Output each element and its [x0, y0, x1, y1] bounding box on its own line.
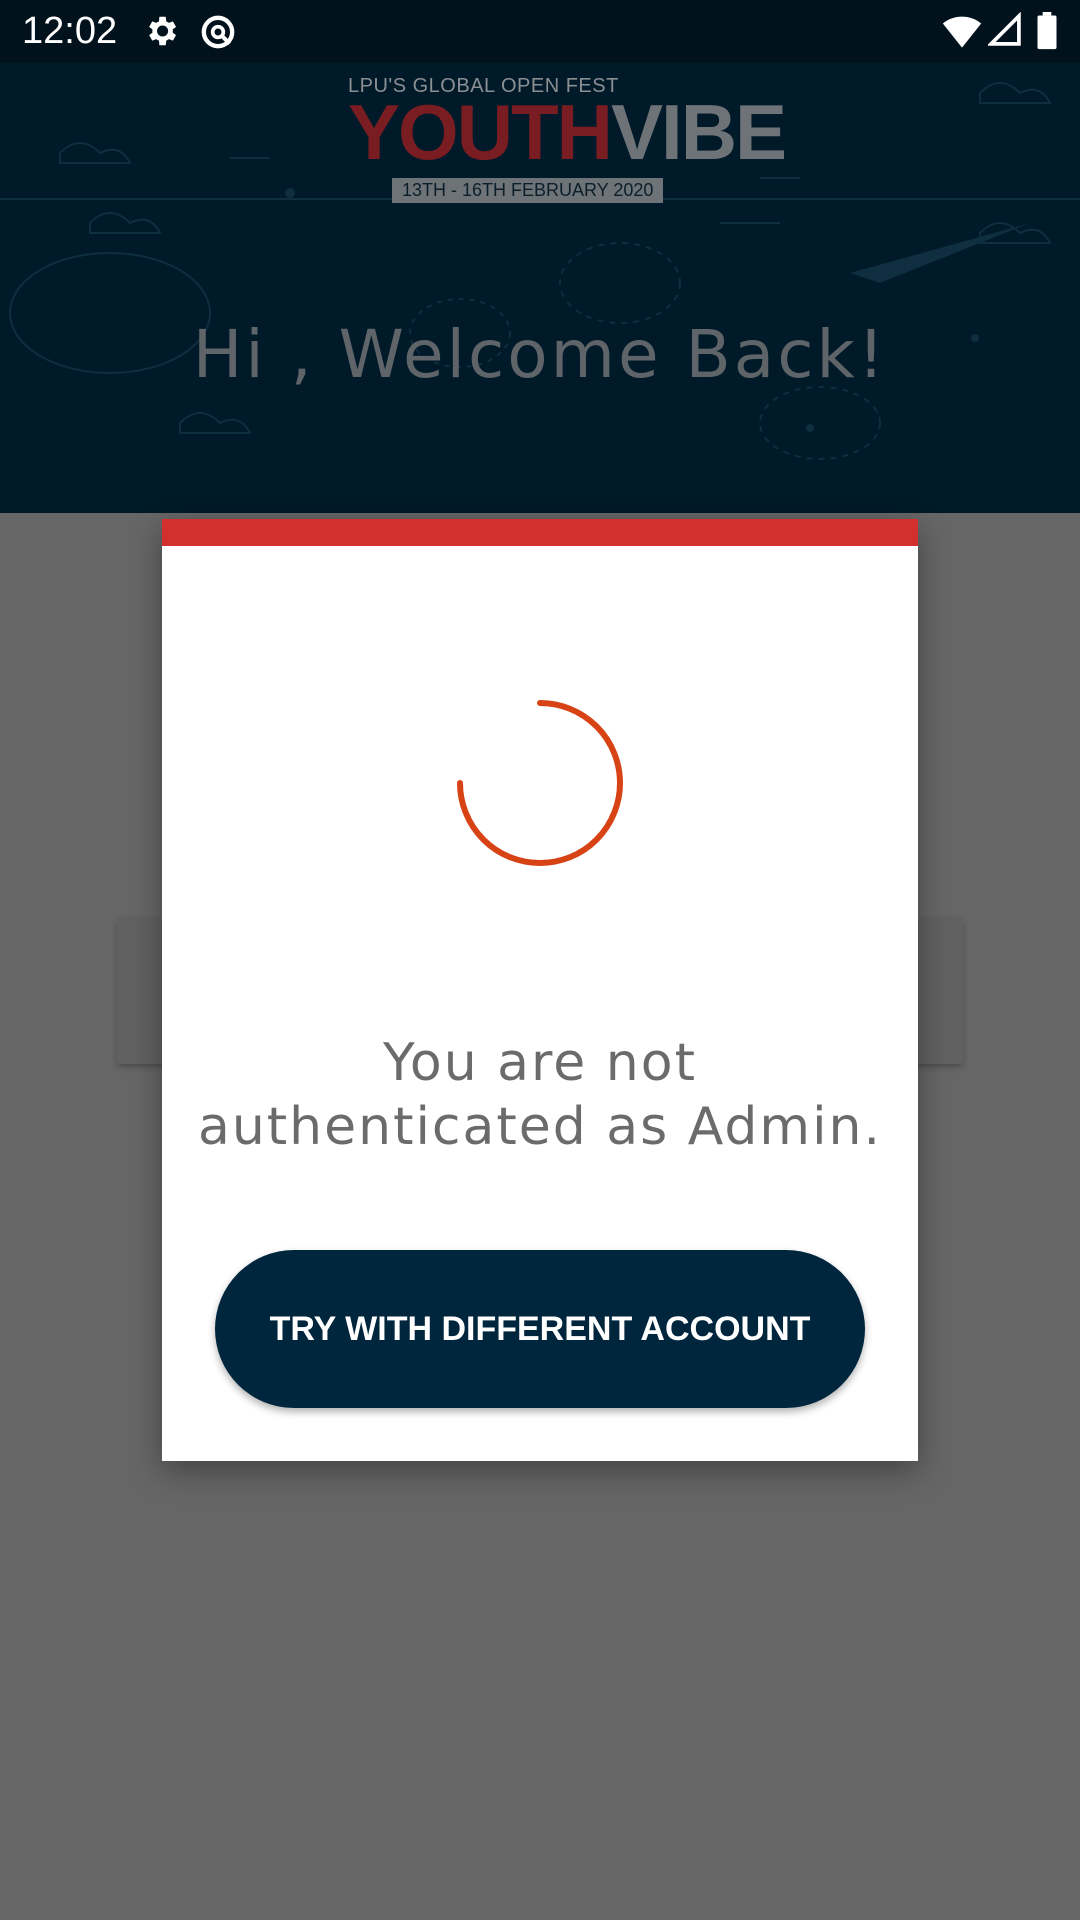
dialog-accent-bar — [162, 519, 918, 546]
welcome-heading: Hi , Welcome Back! — [192, 316, 888, 393]
logo-title-youth: YOUTH — [348, 88, 613, 176]
auth-error-dialog: You are not authenticated as Admin. TRY … — [162, 519, 918, 1461]
battery-icon — [1036, 12, 1058, 55]
status-bar: 12:02 — [0, 0, 1080, 63]
logo-dates: 13TH - 16TH FEBRUARY 2020 — [392, 178, 664, 203]
settings-icon — [142, 12, 180, 55]
status-time: 12:02 — [22, 10, 118, 52]
logo-title: YOUTHVIBE — [348, 93, 787, 171]
data-saver-icon — [198, 12, 238, 57]
screen: 12:02 LPU'S GLOBAL OPEN FEST YOUTHVIBE 1… — [0, 0, 1080, 1920]
wifi-icon — [942, 12, 982, 55]
dialog-message: You are not authenticated as Admin. — [197, 1033, 883, 1157]
cellular-signal-icon — [986, 11, 1022, 53]
header-banner: LPU'S GLOBAL OPEN FEST YOUTHVIBE 13TH - … — [0, 63, 1080, 513]
loading-spinner-icon — [457, 700, 623, 866]
logo-title-vibe: VIBE — [611, 88, 787, 176]
try-different-account-button[interactable]: TRY WITH DIFFERENT ACCOUNT — [215, 1250, 865, 1408]
youthvibe-logo: LPU'S GLOBAL OPEN FEST YOUTHVIBE 13TH - … — [340, 75, 787, 205]
